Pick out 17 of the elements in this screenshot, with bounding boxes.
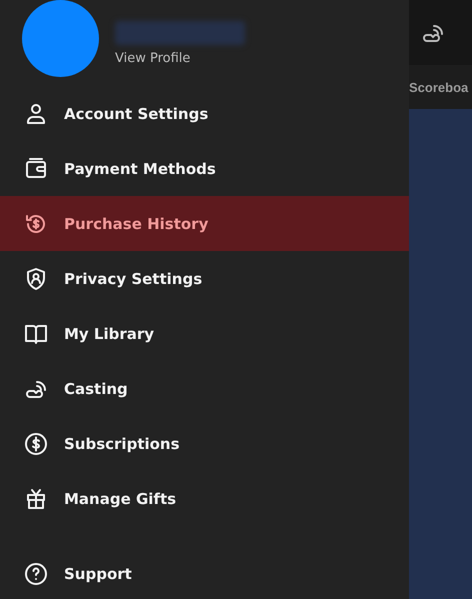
menu-item[interactable]: Purchase History xyxy=(0,196,409,251)
menu-item[interactable]: Account Settings xyxy=(0,86,409,141)
dollar-icon xyxy=(24,432,48,456)
menu-item[interactable]: My Library xyxy=(0,306,409,361)
person-icon xyxy=(24,102,48,126)
menu-item[interactable]: Manage Gifts xyxy=(0,471,409,526)
menu-item[interactable]: Privacy Settings xyxy=(0,251,409,306)
shield-icon xyxy=(24,266,48,290)
help-icon xyxy=(24,562,48,586)
view-profile-link[interactable]: View Profile xyxy=(115,51,245,66)
gift-icon xyxy=(24,486,48,510)
menu-item[interactable]: Subscriptions xyxy=(0,416,409,471)
menu-item[interactable]: Support xyxy=(0,546,409,599)
tab[interactable]: Scoreboa xyxy=(409,80,468,94)
wallet-icon xyxy=(24,156,48,180)
menu-item[interactable]: Casting xyxy=(0,361,409,416)
menu-item[interactable]: Payment Methods xyxy=(0,141,409,196)
